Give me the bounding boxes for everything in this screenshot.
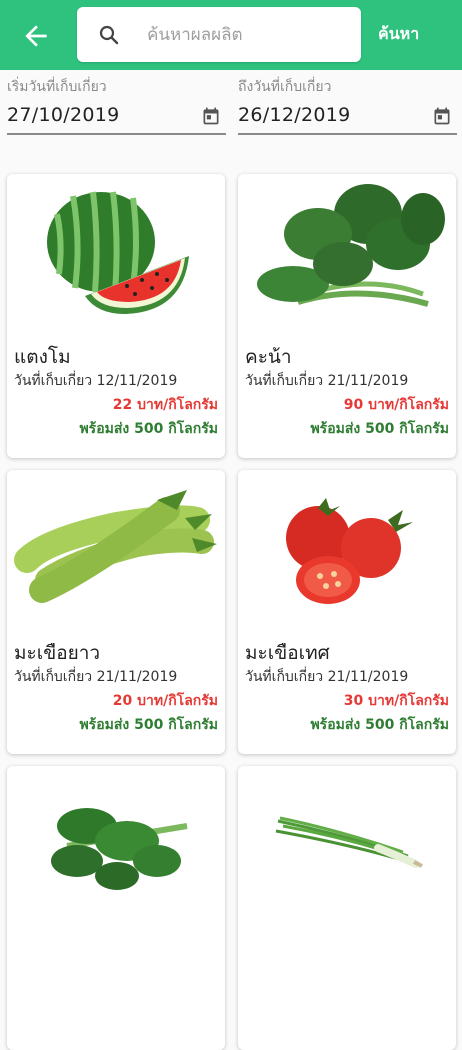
product-stock: พร้อมส่ง 500 กิโลกรัม [79,717,218,733]
kale-image [257,184,445,307]
product-stock: พร้อมส่ง 500 กิโลกรัม [310,421,449,437]
product-card-kale[interactable]: คะน้า วันที่เก็บเกี่ยว 21/11/2019 90 บาท… [238,174,456,458]
product-card-choy-sum[interactable] [7,766,225,1050]
calendar-icon[interactable] [201,106,221,126]
watermelon-image [47,191,189,314]
product-price: 20 บาท/กิโลกรัม [112,693,218,709]
product-name: มะเขือเทศ [245,642,330,664]
product-price: 22 บาท/กิโลกรัม [112,397,218,413]
product-card-long-eggplant[interactable]: มะเขือยาว วันที่เก็บเกี่ยว 21/11/2019 20… [7,470,225,754]
search-icon [99,25,119,45]
product-card-watermelon[interactable]: แตงโม วันที่เก็บเกี่ยว 12/11/2019 22 บาท… [7,174,225,458]
search-input[interactable] [147,19,347,51]
search-button[interactable]: ค้นหา [378,22,458,47]
product-stock: พร้อมส่ง 500 กิโลกรัม [310,717,449,733]
start-date-underline [7,133,226,135]
product-stock: พร้อมส่ง 500 กิโลกรัม [79,421,218,437]
harvest-date: วันที่เก็บเกี่ยว 21/11/2019 [245,669,409,685]
start-date-value[interactable]: 27/10/2019 [7,104,120,126]
product-name: แตงโม [14,346,71,368]
product-name: มะเขือยาว [14,642,101,664]
back-arrow-icon[interactable] [20,20,52,52]
end-date-underline [238,133,457,135]
start-harvest-date-field[interactable]: เริ่มวันที่เก็บเกี่ยว 27/10/2019 [7,74,226,136]
search-box [77,7,361,62]
tomato-image [286,498,413,604]
end-harvest-date-field[interactable]: ถึงวันที่เก็บเกี่ยว 26/12/2019 [238,74,457,136]
eggplant-image [14,490,217,603]
product-price: 30 บาท/กิโลกรัม [343,693,449,709]
product-price: 90 บาท/กิโลกรัม [343,397,449,413]
start-date-label: เริ่มวันที่เก็บเกี่ยว [7,79,107,95]
choy-sum-image [51,808,188,890]
harvest-date: วันที่เก็บเกี่ยว 21/11/2019 [245,373,409,389]
harvest-date: วันที่เก็บเกี่ยว 21/11/2019 [14,669,178,685]
product-card-tomato[interactable]: มะเขือเทศ วันที่เก็บเกี่ยว 21/11/2019 30… [238,470,456,754]
green-onion-image [275,816,423,868]
end-date-label: ถึงวันที่เก็บเกี่ยว [238,79,332,95]
product-name: คะน้า [245,346,292,368]
product-card-green-onion[interactable] [238,766,456,1050]
calendar-icon[interactable] [432,106,452,126]
harvest-date: วันที่เก็บเกี่ยว 12/11/2019 [14,373,178,389]
app-bar: ค้นหา [0,0,462,70]
end-date-value[interactable]: 26/12/2019 [238,104,351,126]
